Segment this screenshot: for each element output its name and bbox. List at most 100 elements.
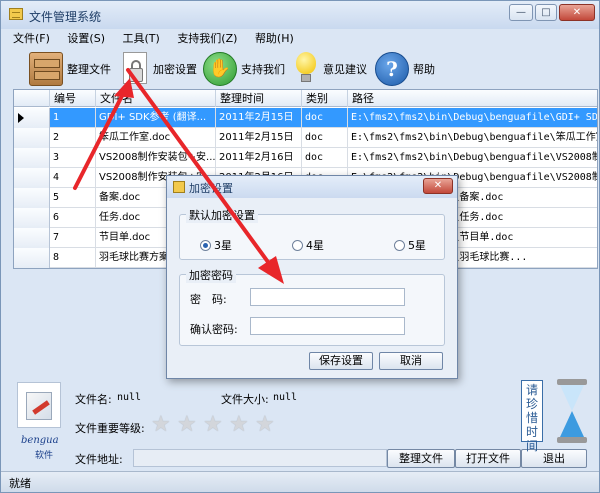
default-encryption-group: 默认加密设置 3星 4星 5星 [179, 207, 445, 260]
importance-label: 文件重要等级: [75, 422, 145, 435]
column-header-path[interactable]: 路径 [348, 90, 597, 107]
row-header[interactable] [14, 248, 50, 268]
radio-4-star[interactable]: 4星 [292, 237, 324, 253]
cell-id: 5 [50, 188, 96, 208]
filesize-label: 文件大小: [221, 393, 269, 406]
confirm-password-label: 确认密码: [190, 323, 238, 336]
lock-icon [123, 52, 149, 86]
radio-4-star-dot [292, 239, 303, 251]
cell-time: 2011年2月15日 [216, 108, 302, 128]
cell-name: VS2008制作安装包+安... [96, 148, 216, 168]
row-pointer-icon [18, 113, 24, 123]
organize-file-button[interactable]: 整理文件 [387, 449, 455, 468]
organize-files-tool[interactable]: 整理文件 [29, 50, 111, 88]
row-header[interactable] [14, 128, 50, 148]
radio-4-star-label: 4星 [306, 239, 324, 252]
help-icon: ? [375, 52, 409, 86]
cell-name: 笨瓜工作室.doc [96, 128, 216, 148]
row-header[interactable] [14, 148, 50, 168]
cabinet-icon [29, 52, 63, 86]
feedback-tool[interactable]: 意见建议 [293, 50, 367, 88]
cell-type: doc [302, 108, 348, 128]
table-header: 编号 文件名 整理时间 类别 路径 [14, 90, 597, 107]
status-text: 就绪 [9, 477, 31, 490]
star-icon[interactable]: ★ [151, 414, 171, 436]
row-header-corner [14, 90, 50, 107]
title-bar[interactable]: 文件管理系统 — □ ✕ [1, 1, 599, 29]
radio-5-star[interactable]: 5星 [394, 237, 426, 253]
password-group: 加密密码 密 码: 确认密码: [179, 267, 445, 346]
dialog-close-button[interactable]: ✕ [423, 178, 453, 194]
star-icon[interactable]: ★ [177, 414, 197, 436]
logo-text: bengua [21, 435, 59, 446]
dialog-title-bar[interactable]: 加密设置 ✕ [167, 176, 457, 198]
star-icon[interactable]: ★ [203, 414, 223, 436]
cell-type: doc [302, 128, 348, 148]
cell-id: 8 [50, 248, 96, 268]
row-header[interactable] [14, 208, 50, 228]
hand-icon: ✋ [203, 52, 237, 86]
row-header[interactable] [14, 168, 50, 188]
minimize-button[interactable]: — [509, 4, 533, 21]
menu-bar: 文件(F) 设置(S) 工具(T) 支持我们(Z) 帮助(H) [13, 30, 308, 48]
menu-file[interactable]: 文件(F) [13, 30, 50, 48]
path-input[interactable] [133, 449, 387, 467]
column-header-id[interactable]: 编号 [50, 90, 96, 107]
row-header[interactable] [14, 108, 50, 128]
bulb-icon [293, 52, 319, 86]
support-us-tool[interactable]: ✋ 支持我们 [203, 50, 285, 88]
password-group-title: 加密密码 [186, 267, 236, 283]
hourglass-icon [553, 379, 591, 443]
cell-path: E:\fms2\fms2\bin\Debug\benguafile\GDI+ S… [348, 108, 597, 128]
table-row[interactable]: 2 笨瓜工作室.doc 2011年2月15日 doc E:\fms2\fms2\bin\… [14, 128, 597, 148]
cell-id: 6 [50, 208, 96, 228]
help-tool[interactable]: ? 帮助 [375, 50, 435, 88]
filename-label: 文件名: [75, 393, 112, 406]
star-icon[interactable]: ★ [255, 414, 275, 436]
path-label: 文件地址: [75, 453, 123, 466]
organize-files-label: 整理文件 [67, 63, 111, 76]
menu-tools[interactable]: 工具(T) [123, 30, 160, 48]
star-icon[interactable]: ★ [229, 414, 249, 436]
table-row[interactable]: 3 VS2008制作安装包+安... 2011年2月16日 doc E:\fms2\fm… [14, 148, 597, 168]
menu-help[interactable]: 帮助(H) [255, 30, 294, 48]
radio-3-star-dot [200, 239, 211, 251]
default-encryption-title: 默认加密设置 [186, 207, 258, 223]
table-row[interactable]: 1 GDI+ SDK参考 (翻译... 2011年2月15日 doc E:\fms2\f… [14, 108, 597, 128]
cell-path: E:\fms2\fms2\bin\Debug\benguafile\笨瓜工作室.… [348, 128, 597, 148]
cell-type: doc [302, 148, 348, 168]
logo-subtext: 软件 [35, 451, 54, 461]
time-notice: 请珍惜时间 [521, 380, 543, 453]
column-header-name[interactable]: 文件名 [96, 90, 216, 107]
radio-3-star-label: 3星 [214, 239, 232, 252]
encryption-settings-label: 加密设置 [153, 63, 197, 76]
confirm-password-input[interactable] [250, 317, 405, 335]
cell-id: 4 [50, 168, 96, 188]
password-input[interactable] [250, 288, 405, 306]
cell-id: 7 [50, 228, 96, 248]
row-header[interactable] [14, 188, 50, 208]
radio-5-star-dot [394, 239, 405, 251]
close-button[interactable]: ✕ [559, 4, 595, 21]
row-header[interactable] [14, 228, 50, 248]
maximize-button[interactable]: □ [535, 4, 557, 21]
save-settings-button[interactable]: 保存设置 [309, 352, 373, 370]
status-bar: 就绪 [1, 471, 599, 492]
open-file-button[interactable]: 打开文件 [455, 449, 521, 468]
app-icon [9, 8, 23, 20]
menu-settings[interactable]: 设置(S) [67, 30, 105, 48]
column-header-type[interactable]: 类别 [302, 90, 348, 107]
encryption-settings-dialog: 加密设置 ✕ 默认加密设置 3星 4星 5星 加密密码 密 码: 确认密码: 保… [166, 175, 458, 379]
cell-time: 2011年2月15日 [216, 128, 302, 148]
encryption-settings-tool[interactable]: 加密设置 [123, 50, 197, 88]
dialog-app-icon [173, 181, 185, 193]
feedback-label: 意见建议 [323, 63, 367, 76]
radio-3-star[interactable]: 3星 [200, 237, 232, 253]
filesize-value: null [273, 392, 298, 403]
window-title: 文件管理系统 [29, 10, 102, 24]
cancel-button[interactable]: 取消 [379, 352, 443, 370]
column-header-time[interactable]: 整理时间 [216, 90, 302, 107]
toolbar: 整理文件 加密设置 ✋ 支持我们 意见建议 ? 帮助 [13, 50, 598, 88]
cell-id: 1 [50, 108, 96, 128]
menu-support[interactable]: 支持我们(Z) [177, 30, 237, 48]
